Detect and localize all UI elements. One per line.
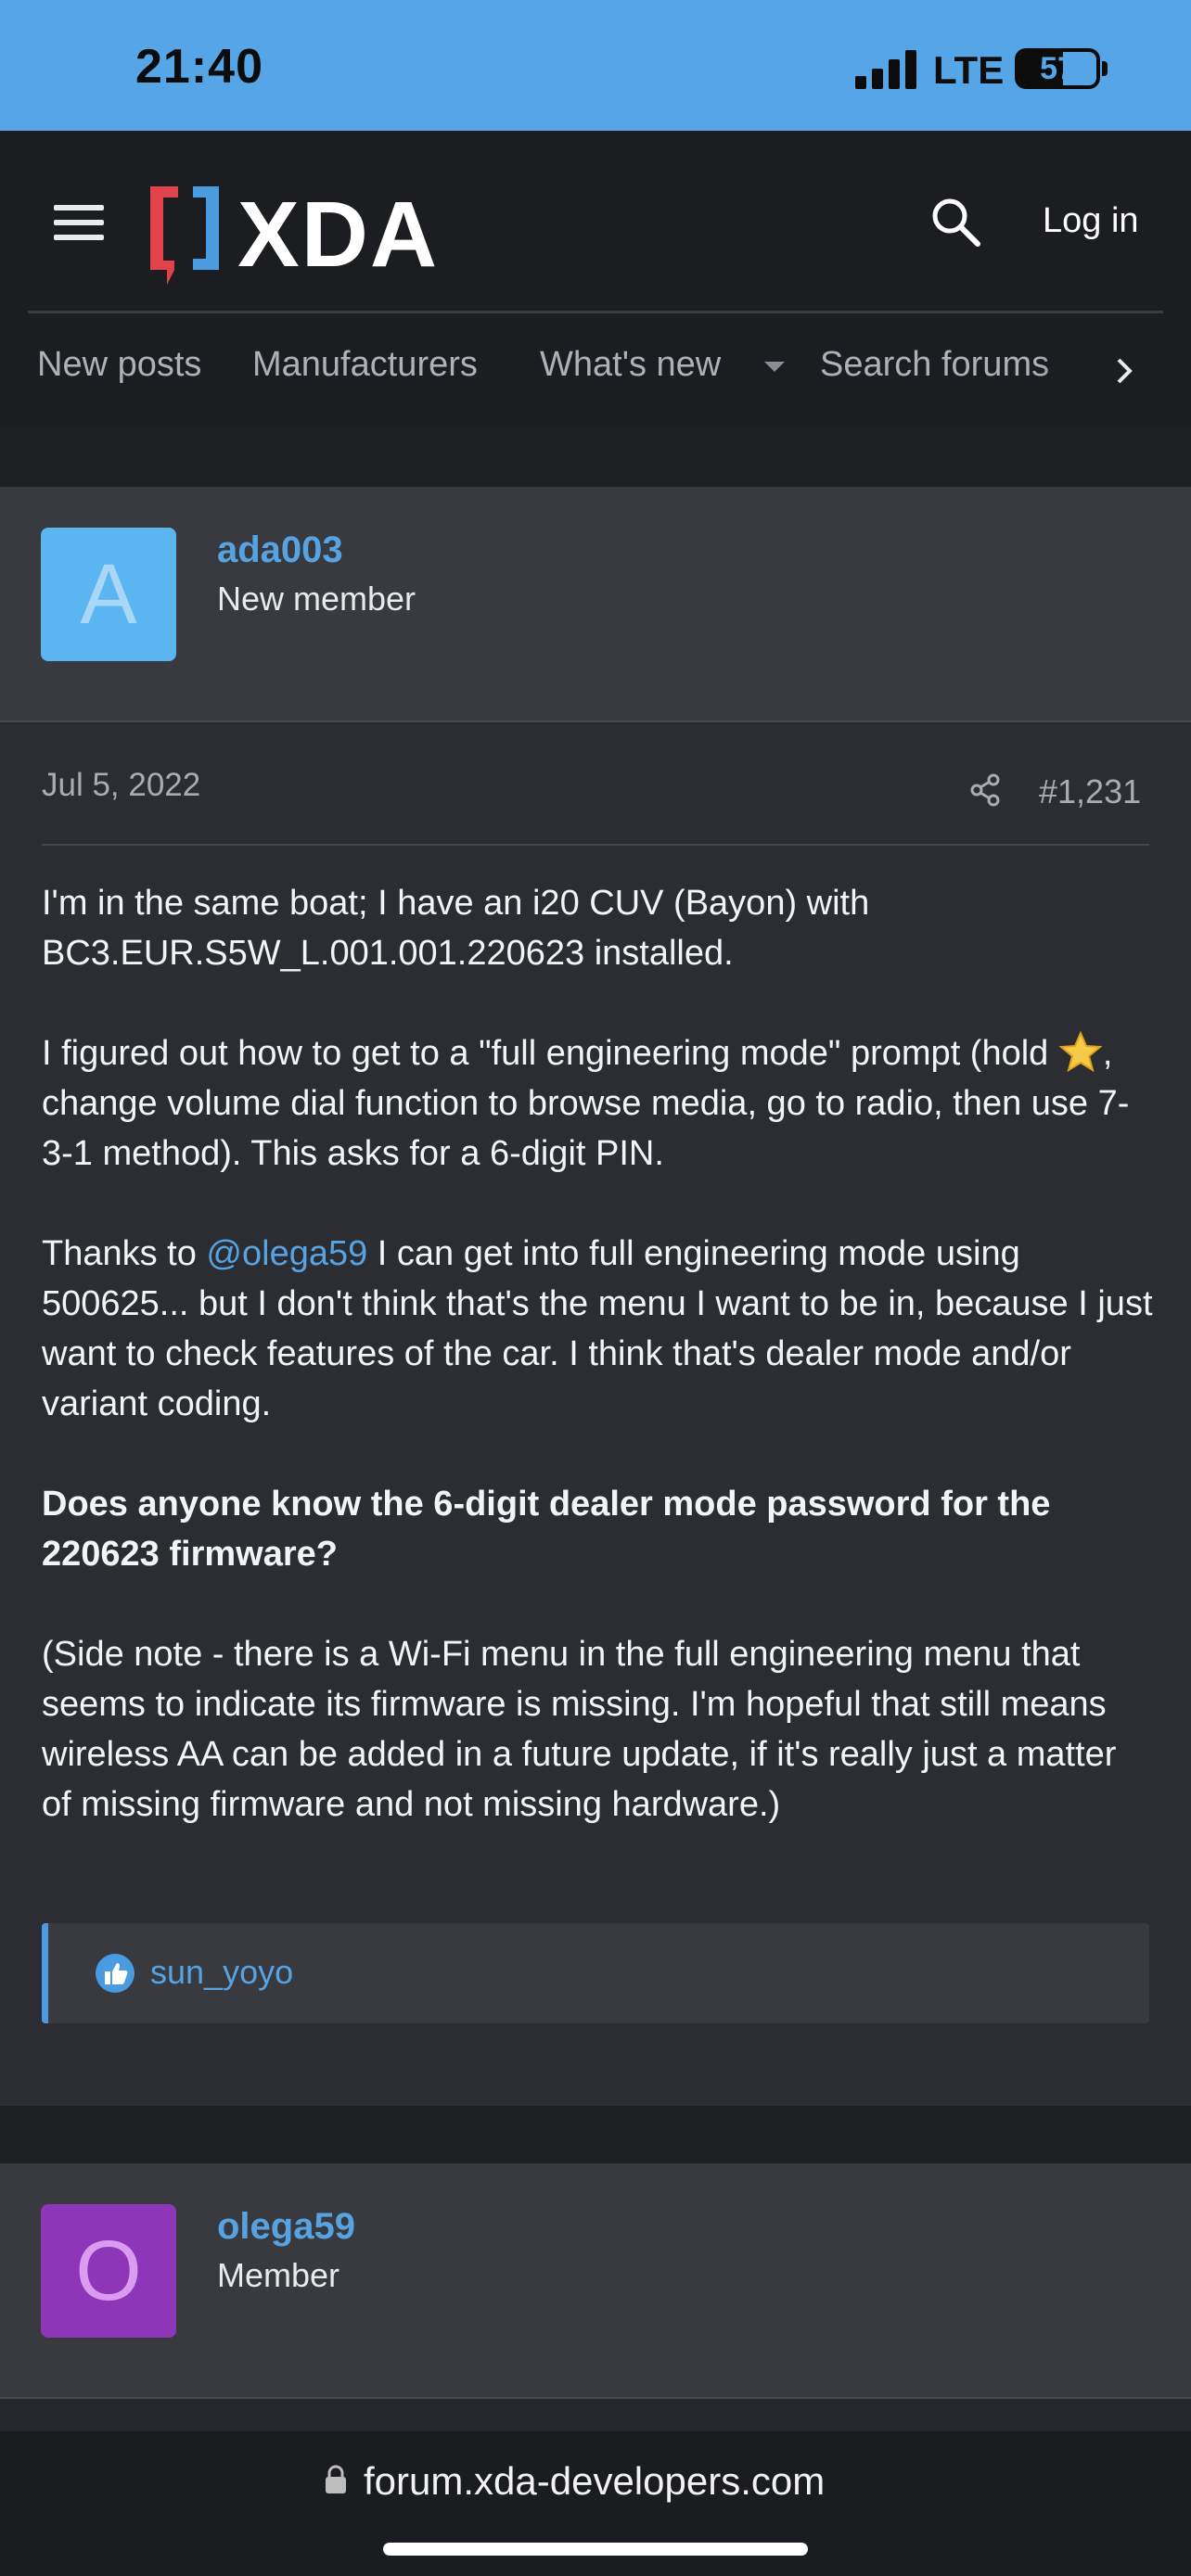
avatar[interactable]: A — [41, 528, 176, 661]
home-indicator[interactable] — [383, 2543, 808, 2556]
post-date[interactable]: Jul 5, 2022 — [42, 767, 200, 804]
status-time: 21:40 — [135, 40, 263, 94]
nav-whats-new[interactable]: What's new — [540, 345, 721, 385]
url-text[interactable]: forum.xda-developers.com — [364, 2459, 825, 2504]
nav-search-forums[interactable]: Search forums — [820, 345, 1049, 385]
user-mention[interactable]: @olega59 — [206, 1234, 367, 1273]
post-paragraph: (Side note - there is a Wi-Fi menu in th… — [42, 1635, 1117, 1824]
post-paragraph-bold: Does anyone know the 6-digit dealer mode… — [42, 1485, 1051, 1574]
post-paragraph: Thanks to @olega59 I can get into full e… — [42, 1234, 1153, 1423]
like-icon — [96, 1954, 134, 1993]
section-gap — [0, 2106, 1191, 2163]
reactions-bar: sun_yoyo — [42, 1923, 1149, 2023]
star-icon — [1058, 1031, 1103, 1072]
battery-level: 57 — [1040, 51, 1075, 86]
post-content: I'm in the same boat; I have an i20 CUV … — [42, 878, 1155, 1880]
section-gap — [0, 427, 1191, 487]
status-bar: 21:40 LTE 57 — [0, 0, 1191, 131]
user-title: New member — [217, 580, 416, 618]
post-author-block: O olega59 Member — [0, 2163, 1191, 2399]
reaction-user[interactable]: sun_yoyo — [150, 1953, 293, 1992]
chevron-right-icon[interactable] — [1111, 354, 1139, 388]
user-title: Member — [217, 2256, 340, 2294]
nav-new-posts[interactable]: New posts — [37, 345, 201, 385]
site-header: XDA Log in New posts Manufacturers What'… — [0, 131, 1191, 427]
avatar[interactable]: O — [41, 2204, 176, 2338]
battery-nub — [1102, 61, 1108, 76]
post-paragraph: I figured out how to get to a "full engi… — [42, 1028, 1155, 1179]
post-number[interactable]: #1,231 — [1039, 772, 1141, 811]
nav-tabs: New posts Manufacturers What's new Searc… — [0, 313, 1191, 427]
post-paragraph: I'm in the same boat; I have an i20 CUV … — [42, 884, 870, 973]
network-type: LTE — [933, 48, 1005, 92]
username[interactable]: ada003 — [217, 529, 343, 571]
chevron-down-icon[interactable] — [764, 362, 785, 372]
login-link[interactable]: Log in — [1043, 201, 1139, 241]
search-icon[interactable] — [928, 194, 983, 249]
xda-logo[interactable]: XDA — [147, 183, 490, 285]
svg-text:XDA: XDA — [237, 183, 439, 285]
lock-icon — [326, 2465, 346, 2493]
nav-manufacturers[interactable]: Manufacturers — [252, 345, 478, 385]
username[interactable]: olega59 — [217, 2206, 355, 2248]
battery-icon: 57 — [1015, 48, 1100, 89]
browser-url-bar[interactable]: forum.xda-developers.com — [0, 2431, 1191, 2576]
post-author-block: A ada003 New member — [0, 487, 1191, 722]
share-icon[interactable] — [968, 772, 1002, 808]
post-divider — [42, 844, 1149, 846]
post-body: Jul 5, 2022 #1,231 I'm in the same boat;… — [0, 724, 1191, 2106]
menu-icon[interactable] — [54, 205, 104, 242]
cellular-signal-icon — [855, 50, 916, 89]
